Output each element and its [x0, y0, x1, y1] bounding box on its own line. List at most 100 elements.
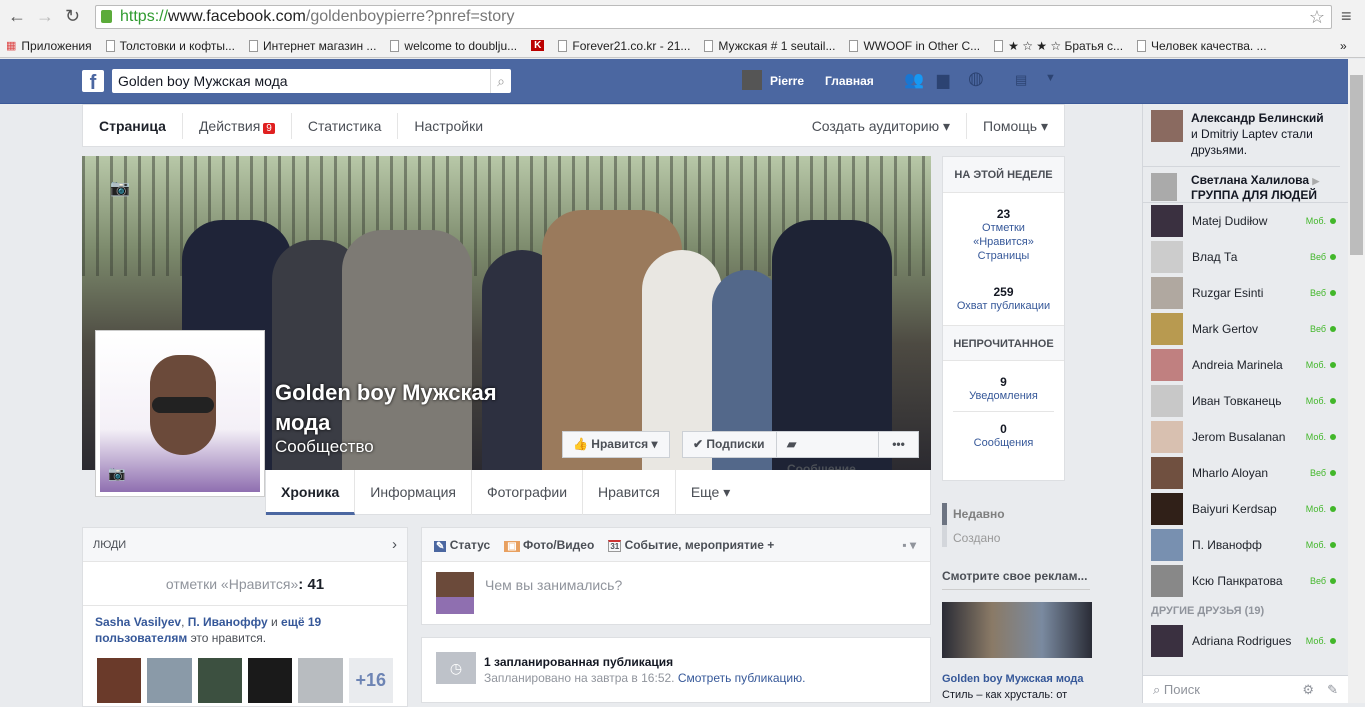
- back-button[interactable]: ←: [8, 6, 26, 27]
- tab-insights[interactable]: Статистика: [292, 112, 399, 139]
- scrollbar[interactable]: [1348, 59, 1365, 703]
- privacy-icon[interactable]: ▤: [1015, 72, 1027, 88]
- bookmark[interactable]: welcome to doublju...: [390, 39, 517, 53]
- create-audience-button[interactable]: Создать аудиторию ▾: [796, 112, 967, 139]
- event-label: Событие, мероприятие +: [624, 537, 775, 552]
- chat-friend[interactable]: Matej Dudiłow Моб.: [1143, 203, 1348, 239]
- chat-friend[interactable]: Ruzgar Esinti Веб: [1143, 275, 1348, 311]
- camera-icon[interactable]: 📷: [108, 465, 125, 482]
- tab-more[interactable]: Еще ▾: [676, 470, 745, 515]
- status-input[interactable]: Чем вы занимались?: [485, 577, 622, 593]
- tab-about[interactable]: Информация: [355, 469, 473, 515]
- reload-button[interactable]: ↻: [65, 6, 80, 27]
- tab-activity[interactable]: Действия 9: [183, 112, 292, 139]
- notifications-globe-icon[interactable]: ◍: [968, 68, 984, 89]
- ticker-item[interactable]: Светлана Халилова ▶ ГРУППА ДЛЯ ЛЮДЕЙ: [1143, 167, 1348, 203]
- ad-page-link[interactable]: Golden boy Мужская мода: [942, 673, 1084, 685]
- avatar: [1151, 313, 1183, 345]
- messages-link[interactable]: Сообщения: [943, 436, 1064, 450]
- bookmark[interactable]: Интернет магазин ...: [248, 39, 376, 53]
- compose-icon[interactable]: ✎: [1327, 676, 1338, 704]
- gear-icon[interactable]: ⚙: [1302, 676, 1314, 704]
- chat-friend[interactable]: Mark Gertov Веб: [1143, 311, 1348, 347]
- likes-label: отметки «Нравится»: [165, 576, 299, 592]
- star-icon[interactable]: ☆: [1309, 6, 1325, 28]
- bookmark[interactable]: Человек качества. ...: [1137, 39, 1267, 53]
- bookmark[interactable]: WWOOF in Other C...: [849, 39, 980, 53]
- help-button[interactable]: Помощь ▾: [967, 113, 1064, 139]
- profile-picture[interactable]: 📷: [95, 330, 265, 497]
- tab-settings[interactable]: Настройки: [398, 113, 499, 139]
- chat-friend[interactable]: П. Иванофф Моб.: [1143, 527, 1348, 563]
- chat-friend[interactable]: Adriana Rodrigues Моб.: [1143, 623, 1348, 659]
- friend-avatar[interactable]: [247, 658, 293, 703]
- tab-page[interactable]: Страница: [83, 112, 183, 139]
- tab-status[interactable]: ✎ Статус: [434, 538, 490, 552]
- chat-friend[interactable]: Иван Товканець Моб.: [1143, 383, 1348, 419]
- search-input[interactable]: Golden boy Мужская мода ⌕: [112, 69, 511, 93]
- view-post-link[interactable]: Смотреть публикацию.: [678, 671, 806, 685]
- friend-name: П. Иванофф: [1192, 538, 1262, 552]
- profile-link[interactable]: Pierre: [770, 74, 804, 88]
- chevron-right-icon[interactable]: ›: [392, 528, 397, 562]
- tab-timeline[interactable]: Хроника: [266, 469, 356, 515]
- reach-link[interactable]: Охват публикации: [943, 299, 1064, 313]
- people-header[interactable]: ЛЮДИ ›: [83, 528, 407, 562]
- friend-link[interactable]: П. Иванoффу: [188, 615, 268, 629]
- filter-created[interactable]: Создано: [953, 531, 1000, 545]
- home-link[interactable]: Главная: [825, 74, 874, 88]
- user-avatar[interactable]: [742, 70, 762, 90]
- friend-avatar[interactable]: [97, 658, 142, 703]
- tab-likes[interactable]: Нравится: [583, 469, 676, 515]
- chat-search-input[interactable]: Поиск: [1164, 682, 1200, 697]
- more-button[interactable]: •••: [878, 431, 919, 458]
- chat-friend[interactable]: Jerom Busalanan Моб.: [1143, 419, 1348, 455]
- status-label: Веб: [1309, 468, 1326, 478]
- friend-name: Mharlo Aloyan: [1192, 466, 1269, 480]
- chat-friend[interactable]: Ксю Панкратова Веб: [1143, 563, 1348, 599]
- bookmark[interactable]: K: [531, 40, 545, 51]
- ticker-name[interactable]: Александр Белинский: [1191, 111, 1324, 125]
- tab-photos[interactable]: Фотографии: [472, 469, 584, 515]
- likes-link[interactable]: Отметки «Нравится» Страницы: [943, 221, 1064, 263]
- friend-avatar[interactable]: [298, 658, 343, 703]
- bookmark[interactable]: Мужская # 1 seutail...: [704, 39, 835, 53]
- friend-avatar[interactable]: [197, 658, 242, 703]
- bookmark[interactable]: Толстовки и кофты...: [105, 39, 235, 53]
- post-as-selector[interactable]: ▪ ▾: [902, 538, 916, 552]
- ticker-item[interactable]: Александр Белинский и Dmitriy Laptev ста…: [1143, 104, 1340, 167]
- ticker-name[interactable]: Dmitriy Laptev: [1201, 127, 1278, 141]
- search-icon[interactable]: ⌕: [490, 69, 505, 93]
- scrollbar-thumb[interactable]: [1350, 75, 1363, 255]
- tab-photo-video[interactable]: ▣ Фото/Видео: [504, 538, 594, 552]
- message-button[interactable]: ▰ Сообщение: [776, 431, 879, 476]
- messages-icon[interactable]: ▆: [937, 70, 949, 90]
- camera-icon[interactable]: 📷: [110, 178, 130, 198]
- forward-button[interactable]: →: [36, 6, 54, 27]
- menu-icon[interactable]: ≡: [1341, 6, 1352, 27]
- bookmark[interactable]: ★ ☆ ★ ☆ Братья с...: [994, 39, 1123, 53]
- arrow-right-icon: ▶: [1312, 176, 1320, 186]
- more-friends-button[interactable]: +16: [348, 658, 393, 703]
- avatar: [1151, 241, 1183, 273]
- bookmark[interactable]: Forever21.co.kr - 21...: [558, 39, 690, 53]
- facebook-logo-icon[interactable]: f: [82, 70, 104, 94]
- friend-requests-icon[interactable]: 👥: [904, 70, 924, 90]
- friend-avatar[interactable]: [147, 658, 192, 703]
- tab-event[interactable]: 31 Событие, мероприятие +: [608, 538, 774, 552]
- address-bar[interactable]: https://www.facebook.com/goldenboypierre…: [95, 5, 1332, 29]
- ad-image[interactable]: [942, 602, 1092, 658]
- bookmark-apps[interactable]: ▦ Приложения: [6, 39, 92, 53]
- chat-friend[interactable]: Mharlo Aloyan Веб: [1143, 455, 1348, 491]
- filter-recent[interactable]: Недавно: [953, 507, 1005, 521]
- chat-friend[interactable]: Влад Та Веб: [1143, 239, 1348, 275]
- like-button[interactable]: 👍 Нравится ▾: [562, 431, 670, 458]
- chat-friend[interactable]: Baiyuri Kerdsap Моб.: [1143, 491, 1348, 527]
- subscriptions-button[interactable]: ✔ Подписки: [682, 431, 777, 458]
- friend-link[interactable]: Sasha Vasilyev: [95, 615, 181, 629]
- more-bookmarks[interactable]: »: [1340, 39, 1347, 53]
- chat-search[interactable]: ⌕ Поиск ⚙ ✎: [1143, 675, 1348, 703]
- chat-friend[interactable]: Andreia Marinela Моб.: [1143, 347, 1348, 383]
- account-menu-icon[interactable]: ▼: [1045, 72, 1056, 84]
- notifications-link[interactable]: Уведомления: [943, 389, 1064, 403]
